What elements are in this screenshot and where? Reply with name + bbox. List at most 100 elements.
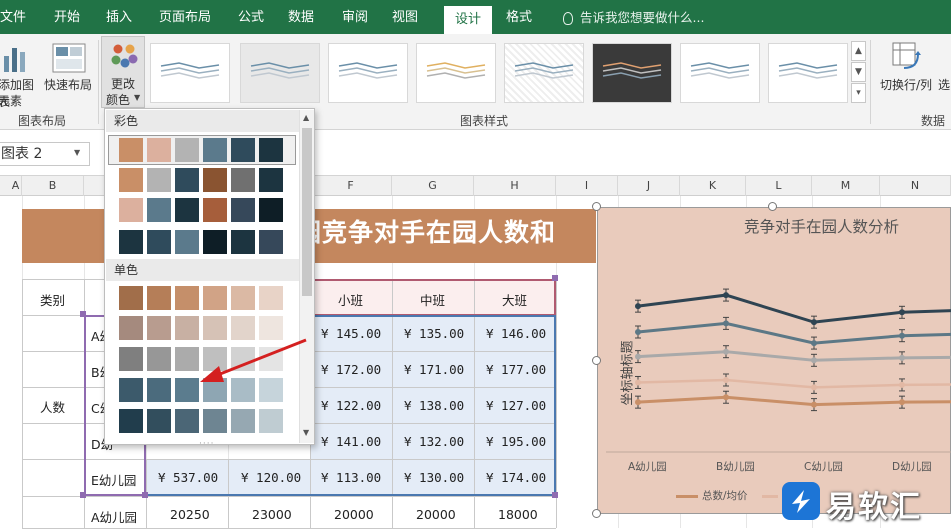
chart-style-thumbnail[interactable]: [240, 43, 320, 103]
color-swatch[interactable]: [203, 286, 227, 310]
color-swatch[interactable]: [203, 230, 227, 254]
color-swatch[interactable]: [231, 138, 255, 162]
switch-row-column-button[interactable]: 切换行/列 选: [876, 38, 951, 106]
color-swatch[interactable]: [119, 316, 143, 340]
column-header-K[interactable]: K: [680, 176, 746, 196]
resize-handle[interactable]: [592, 509, 601, 518]
column-header-G[interactable]: G: [392, 176, 474, 196]
color-swatch[interactable]: [259, 378, 283, 402]
color-swatch[interactable]: [175, 230, 199, 254]
tab-5[interactable]: 数据: [280, 0, 322, 34]
color-swatch[interactable]: [175, 168, 199, 192]
color-swatch[interactable]: [203, 409, 227, 433]
tab-3[interactable]: 页面布局: [150, 0, 220, 34]
tab-1[interactable]: 开始: [46, 0, 88, 34]
color-swatch[interactable]: [119, 168, 143, 192]
column-header-I[interactable]: I: [556, 176, 618, 196]
tab-8[interactable]: 设计: [444, 6, 492, 34]
resize-handle[interactable]: [592, 356, 601, 365]
tab-0[interactable]: 文件: [0, 0, 26, 34]
color-swatch[interactable]: [175, 138, 199, 162]
color-swatch[interactable]: [147, 168, 171, 192]
chart-style-thumbnail[interactable]: [592, 43, 672, 103]
color-swatch[interactable]: [175, 378, 199, 402]
color-swatch[interactable]: [259, 316, 283, 340]
color-swatch[interactable]: [231, 286, 255, 310]
color-swatch[interactable]: [119, 138, 143, 162]
color-swatch[interactable]: [147, 347, 171, 371]
color-swatch[interactable]: [231, 230, 255, 254]
color-swatch[interactable]: [147, 378, 171, 402]
color-swatch[interactable]: [259, 168, 283, 192]
thumbnail-line: [426, 62, 486, 69]
color-swatch[interactable]: [203, 198, 227, 222]
column-header-B[interactable]: B: [22, 176, 84, 196]
color-swatch[interactable]: [231, 198, 255, 222]
chevron-down-icon[interactable]: ▼: [74, 148, 80, 157]
gallery-scroll-up[interactable]: ▲: [851, 41, 866, 61]
tab-9[interactable]: 格式: [498, 0, 540, 34]
column-header-N[interactable]: N: [880, 176, 951, 196]
color-swatch[interactable]: [259, 198, 283, 222]
gallery-scroll-down[interactable]: ▼: [851, 62, 866, 82]
color-swatch[interactable]: [203, 316, 227, 340]
column-header-L[interactable]: L: [746, 176, 812, 196]
column-header-A[interactable]: A: [10, 176, 22, 196]
tab-2[interactable]: 插入: [98, 0, 140, 34]
color-swatch[interactable]: [175, 198, 199, 222]
color-swatch[interactable]: [259, 347, 283, 371]
color-swatch[interactable]: [231, 347, 255, 371]
chevron-up-icon[interactable]: ▲: [303, 113, 309, 122]
color-swatch[interactable]: [119, 378, 143, 402]
color-swatch[interactable]: [175, 409, 199, 433]
tab-4[interactable]: 公式: [230, 0, 272, 34]
color-swatch[interactable]: [203, 138, 227, 162]
resize-handle[interactable]: [768, 202, 777, 211]
color-swatch[interactable]: [259, 138, 283, 162]
color-swatch[interactable]: [147, 230, 171, 254]
chart-style-thumbnail[interactable]: [680, 43, 760, 103]
resize-handle[interactable]: [592, 202, 601, 211]
dropdown-scrollbar[interactable]: ▲ ▼: [299, 110, 314, 443]
color-swatch[interactable]: [119, 347, 143, 371]
column-header-F[interactable]: F: [310, 176, 392, 196]
color-swatch[interactable]: [231, 168, 255, 192]
color-swatch[interactable]: [175, 347, 199, 371]
color-swatch[interactable]: [259, 230, 283, 254]
column-header-J[interactable]: J: [618, 176, 680, 196]
chart-style-thumbnail[interactable]: [768, 43, 848, 103]
color-swatch[interactable]: [147, 286, 171, 310]
tab-7[interactable]: 视图: [384, 0, 426, 34]
chevron-down-icon[interactable]: ▼: [303, 428, 309, 437]
color-swatch[interactable]: [119, 198, 143, 222]
gallery-more[interactable]: ▾: [851, 83, 866, 103]
color-swatch[interactable]: [203, 347, 227, 371]
column-header-M[interactable]: M: [812, 176, 880, 196]
chart-style-thumbnail[interactable]: [504, 43, 584, 103]
scroll-thumb[interactable]: [302, 128, 312, 296]
color-swatch[interactable]: [259, 286, 283, 310]
color-swatch[interactable]: [147, 316, 171, 340]
resize-grip[interactable]: ····: [199, 439, 214, 449]
color-swatch[interactable]: [175, 316, 199, 340]
chart-style-thumbnail[interactable]: [328, 43, 408, 103]
color-swatch[interactable]: [147, 409, 171, 433]
color-swatch[interactable]: [231, 409, 255, 433]
color-swatch[interactable]: [147, 138, 171, 162]
color-swatch[interactable]: [147, 198, 171, 222]
chart-style-thumbnail[interactable]: [150, 43, 230, 103]
chart-style-thumbnail[interactable]: [416, 43, 496, 103]
column-header-H[interactable]: H: [474, 176, 556, 196]
color-swatch[interactable]: [259, 409, 283, 433]
tell-me-search[interactable]: 告诉我您想要做什么...: [560, 0, 704, 34]
color-swatch[interactable]: [119, 409, 143, 433]
color-swatch[interactable]: [231, 316, 255, 340]
color-swatch[interactable]: [119, 230, 143, 254]
color-swatch[interactable]: [203, 378, 227, 402]
color-swatch[interactable]: [203, 168, 227, 192]
color-swatch[interactable]: [119, 286, 143, 310]
tab-6[interactable]: 审阅: [334, 0, 376, 34]
color-swatch[interactable]: [175, 286, 199, 310]
color-swatch[interactable]: [231, 378, 255, 402]
line-chart[interactable]: 竞争对手在园人数分析 坐标轴标题 A幼儿园 B幼儿园 C幼儿园 D幼儿园 总数/均价: [597, 207, 951, 514]
